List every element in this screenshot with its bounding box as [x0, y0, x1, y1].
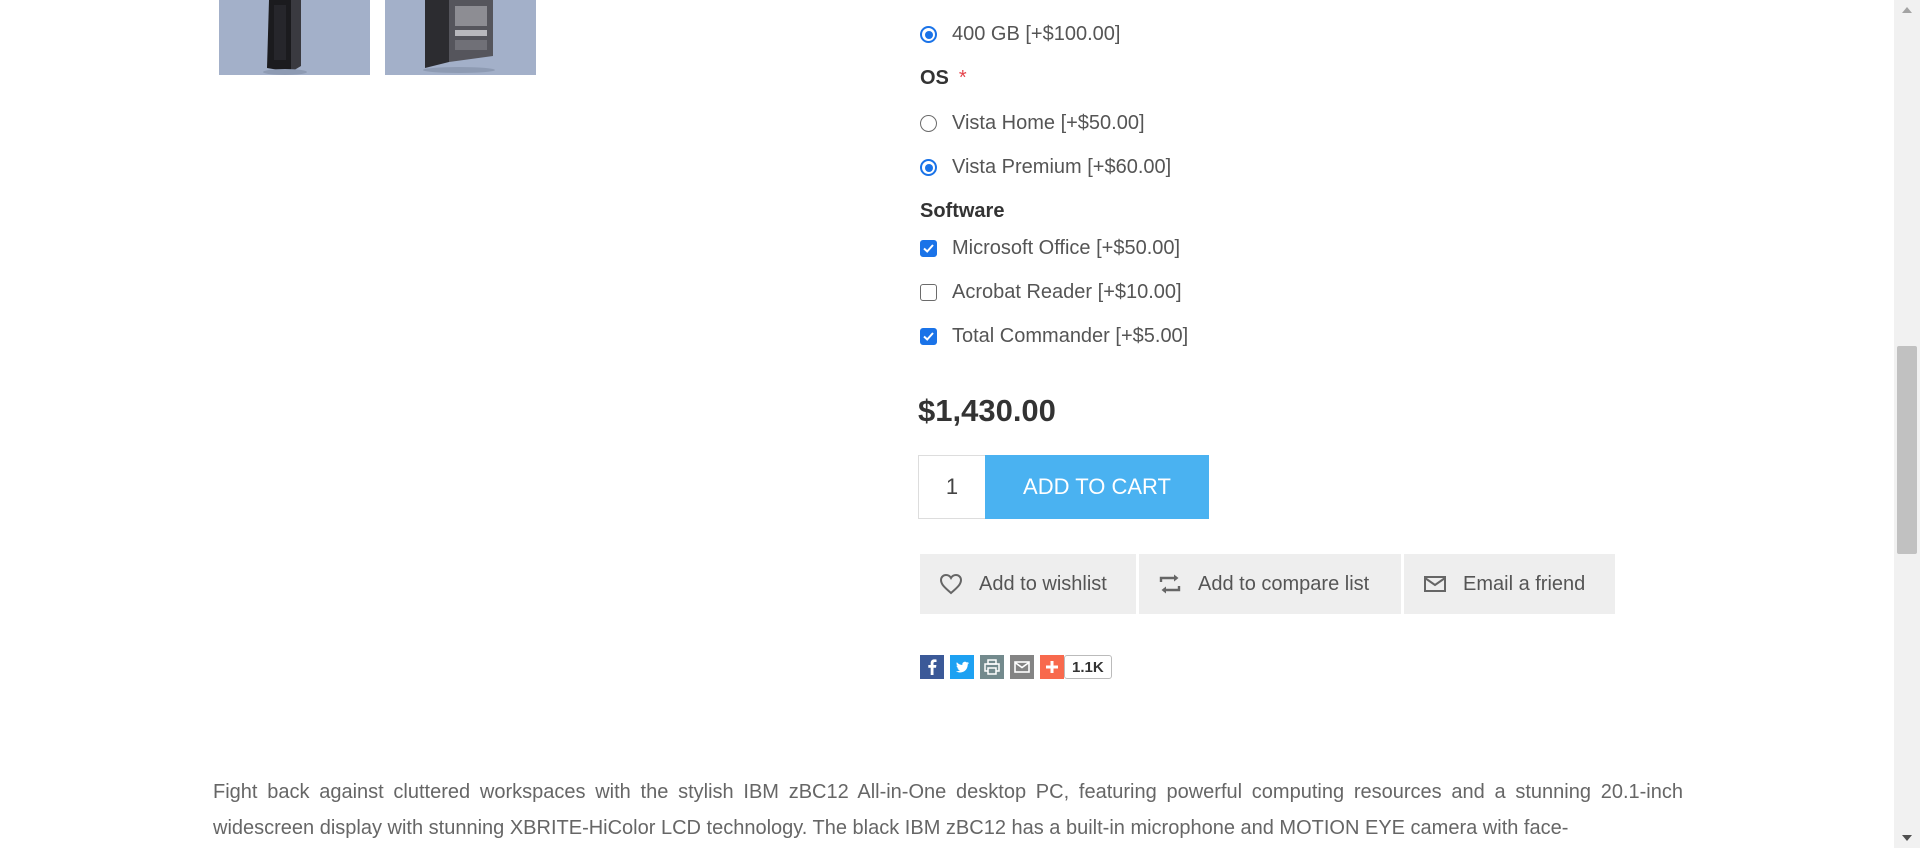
add-to-cart-button[interactable]: ADD TO CART: [985, 455, 1209, 519]
scroll-down-arrow-icon[interactable]: [1894, 828, 1920, 848]
checkbox-checked[interactable]: [920, 328, 937, 345]
os-option-vista-premium[interactable]: Vista Premium [+$60.00]: [920, 156, 1171, 179]
software-option-microsoft-office[interactable]: Microsoft Office [+$50.00]: [920, 237, 1180, 260]
addthis-plus-icon[interactable]: [1040, 655, 1064, 679]
option-label: Microsoft Office [+$50.00]: [952, 237, 1181, 259]
email-icon[interactable]: [1010, 655, 1034, 679]
attribute-label: Software: [920, 200, 1005, 222]
social-share-bar: 1.1K: [920, 655, 1112, 679]
checkbox[interactable]: [920, 284, 937, 301]
software-attribute-title: Software: [920, 200, 1004, 223]
hdd-option-400gb[interactable]: 400 GB [+$100.00]: [920, 23, 1120, 46]
pc-front-thumbnail[interactable]: [219, 0, 370, 75]
option-label: Vista Premium [+$60.00]: [952, 156, 1172, 178]
radio-button-selected[interactable]: [920, 159, 937, 176]
attribute-label: OS: [920, 67, 949, 89]
os-attribute-title: OS *: [920, 67, 967, 90]
required-asterisk: *: [958, 67, 967, 89]
twitter-icon[interactable]: [950, 655, 974, 679]
page-scrollbar[interactable]: [1894, 0, 1920, 848]
facebook-icon[interactable]: [920, 655, 944, 679]
compare-label: Add to compare list: [1198, 572, 1370, 595]
checkbox-checked[interactable]: [920, 240, 937, 257]
option-label: Vista Home [+$50.00]: [952, 112, 1145, 134]
email-friend-label: Email a friend: [1463, 572, 1586, 595]
radio-button-selected[interactable]: [920, 26, 937, 43]
option-label: 400 GB [+$100.00]: [952, 23, 1121, 45]
software-option-total-commander[interactable]: Total Commander [+$5.00]: [920, 325, 1188, 348]
scroll-up-arrow-icon[interactable]: [1894, 0, 1920, 20]
os-option-vista-home[interactable]: Vista Home [+$50.00]: [920, 112, 1145, 135]
scrollbar-thumb[interactable]: [1897, 346, 1917, 554]
add-to-wishlist-button[interactable]: Add to wishlist: [920, 554, 1136, 614]
product-thumbnails: [219, 0, 536, 75]
product-price: $1,430.00: [918, 393, 1056, 428]
product-full-description: Fight back against cluttered workspaces …: [213, 781, 1683, 839]
compare-arrows-icon: [1159, 574, 1181, 594]
wishlist-label: Add to wishlist: [979, 572, 1107, 595]
pc-open-case-thumbnail[interactable]: [385, 0, 536, 75]
heart-icon: [939, 573, 963, 595]
add-to-compare-button[interactable]: Add to compare list: [1139, 554, 1401, 614]
print-icon[interactable]: [980, 655, 1004, 679]
email-a-friend-button[interactable]: Email a friend: [1404, 554, 1615, 614]
software-option-acrobat-reader[interactable]: Acrobat Reader [+$10.00]: [920, 281, 1182, 304]
option-label: Acrobat Reader [+$10.00]: [952, 281, 1182, 303]
option-label: Total Commander [+$5.00]: [952, 325, 1189, 347]
share-count-badge: 1.1K: [1064, 655, 1112, 679]
envelope-icon: [1424, 576, 1446, 592]
quantity-input[interactable]: 1: [918, 455, 986, 519]
radio-button[interactable]: [920, 115, 937, 132]
